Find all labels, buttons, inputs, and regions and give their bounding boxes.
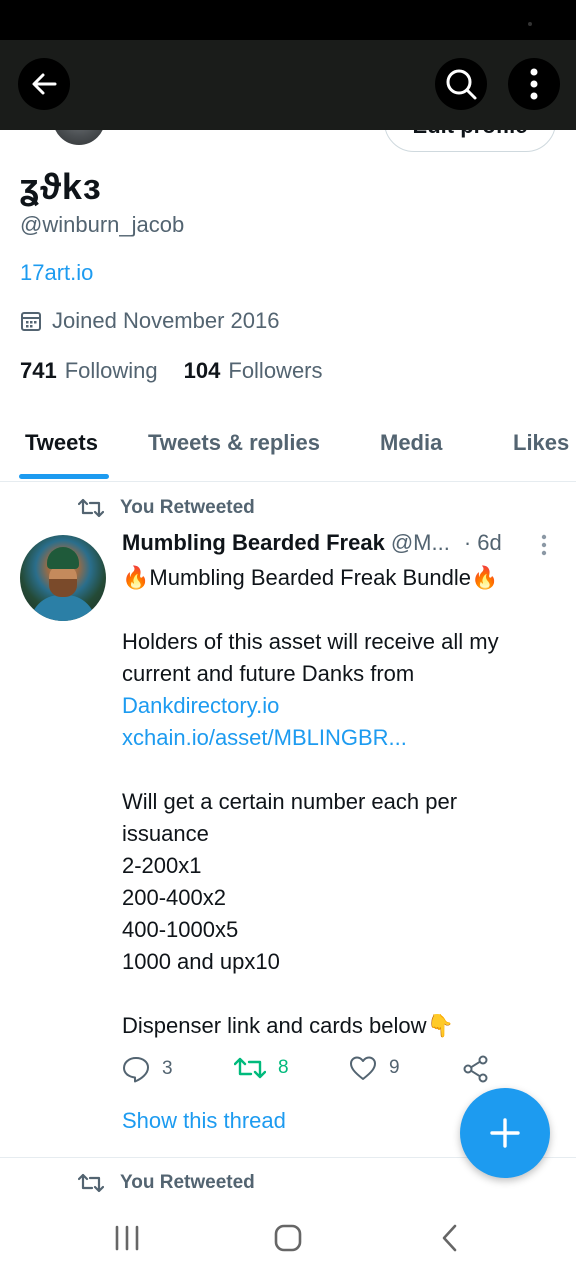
tweet-author-handle[interactable]: @M... (391, 530, 450, 556)
tweet-text-line: 2-200x1 (122, 853, 202, 878)
recent-apps-icon (115, 1225, 139, 1251)
status-indicator (528, 22, 532, 26)
tweet-actions: 3 8 9 (122, 1055, 562, 1087)
profile-handle: @winburn_jacob (20, 212, 185, 237)
search-button[interactable] (435, 58, 487, 110)
retweet-context: You Retweeted (78, 497, 255, 519)
tab-tweets[interactable]: Tweets (25, 430, 98, 456)
tweet-text-line: 1000 and upx10 (122, 949, 280, 974)
tweet-link[interactable]: Dankdirectory.io (122, 690, 562, 722)
reply-icon (123, 1057, 149, 1083)
following-label: Following (64, 358, 158, 383)
tweet-timestamp[interactable]: · 6d (464, 530, 502, 556)
share-button[interactable] (462, 1055, 490, 1083)
following-link[interactable]: 741 Following (20, 358, 158, 384)
recent-apps-button[interactable] (113, 1223, 141, 1258)
system-navigation-bar (0, 1205, 576, 1280)
tweet-text-line: 400-1000x5 (122, 917, 239, 942)
followers-count: 104 (183, 358, 221, 383)
plus-icon (490, 1118, 520, 1148)
tweet-text-line: 200-400x2 (122, 885, 226, 910)
profile-tabs: Tweets Tweets & replies Media Likes (0, 410, 576, 482)
reply-count: 3 (162, 1058, 173, 1079)
more-vertical-icon (541, 534, 547, 556)
tweet-link[interactable]: xchain.io/asset/MBLINGBR... (122, 722, 562, 754)
share-icon (463, 1055, 488, 1083)
like-count: 9 (389, 1057, 400, 1078)
retweet-context: You Retweeted (78, 1172, 255, 1194)
more-options-button[interactable] (508, 58, 560, 110)
profile-header-peek: Edit profile (0, 130, 576, 160)
tweet-more-button[interactable] (540, 534, 548, 561)
profile-display-name: ʓϑkɜ (20, 166, 102, 207)
back-button[interactable] (18, 58, 70, 110)
retweet-count: 8 (278, 1057, 289, 1078)
reply-button[interactable]: 3 (122, 1055, 173, 1083)
status-bar (0, 0, 576, 40)
retweet-button[interactable]: 8 (234, 1055, 289, 1081)
retweet-icon (234, 1057, 266, 1079)
retweet-icon (78, 1173, 104, 1193)
tweet-text-line: issuance (122, 821, 209, 846)
like-button[interactable]: 9 (349, 1055, 400, 1081)
home-button[interactable] (273, 1223, 303, 1258)
search-icon (446, 69, 477, 100)
compose-tweet-button[interactable] (460, 1088, 550, 1178)
tab-media[interactable]: Media (380, 430, 442, 456)
retweet-context-label: You Retweeted (120, 1172, 255, 1193)
following-count: 741 (20, 358, 57, 383)
tab-tweets-and-replies[interactable]: Tweets & replies (148, 430, 320, 456)
calendar-icon (21, 312, 41, 331)
system-back-button[interactable] (438, 1223, 462, 1258)
tweet-author-name[interactable]: Mumbling Bearded Freak (122, 530, 385, 556)
tweet-text-line: Will get a certain number each per (122, 789, 458, 814)
tweet-text: 🔥Mumbling Bearded Freak Bundle🔥 Holders … (122, 562, 562, 1042)
top-app-bar (0, 40, 576, 130)
joined-text: Joined November 2016 (52, 308, 280, 333)
arrow-left-icon (32, 73, 57, 95)
followers-label: Followers (228, 358, 323, 383)
active-tab-indicator (19, 474, 109, 479)
chevron-left-icon (442, 1224, 457, 1252)
tweet-text-line: current and future Danks from (122, 661, 415, 686)
tweet-header: Mumbling Bearded Freak @M... · 6d (122, 530, 562, 556)
tweet-author-avatar[interactable] (20, 535, 106, 621)
followers-link[interactable]: 104 Followers (184, 358, 323, 384)
tweet-text-line: 🔥Mumbling Bearded Freak Bundle🔥 (122, 565, 499, 590)
heart-icon (350, 1056, 376, 1080)
profile-avatar[interactable] (50, 130, 108, 148)
tweet-text-line: Dispenser link and cards below👇 (122, 1013, 454, 1038)
more-vertical-icon (530, 68, 538, 100)
home-icon (274, 1224, 302, 1252)
show-thread-link[interactable]: Show this thread (122, 1108, 286, 1134)
retweet-context-label: You Retweeted (120, 497, 255, 518)
retweet-icon (78, 498, 104, 518)
follow-stats: 741 Following 104 Followers (20, 358, 349, 384)
tweet-text-line: Holders of this asset will receive all m… (122, 629, 499, 654)
profile-website-link[interactable]: 17art.io (20, 260, 93, 286)
edit-profile-button[interactable]: Edit profile (384, 130, 556, 152)
profile-joined-date: Joined November 2016 (20, 308, 279, 334)
tab-likes[interactable]: Likes (513, 430, 569, 456)
